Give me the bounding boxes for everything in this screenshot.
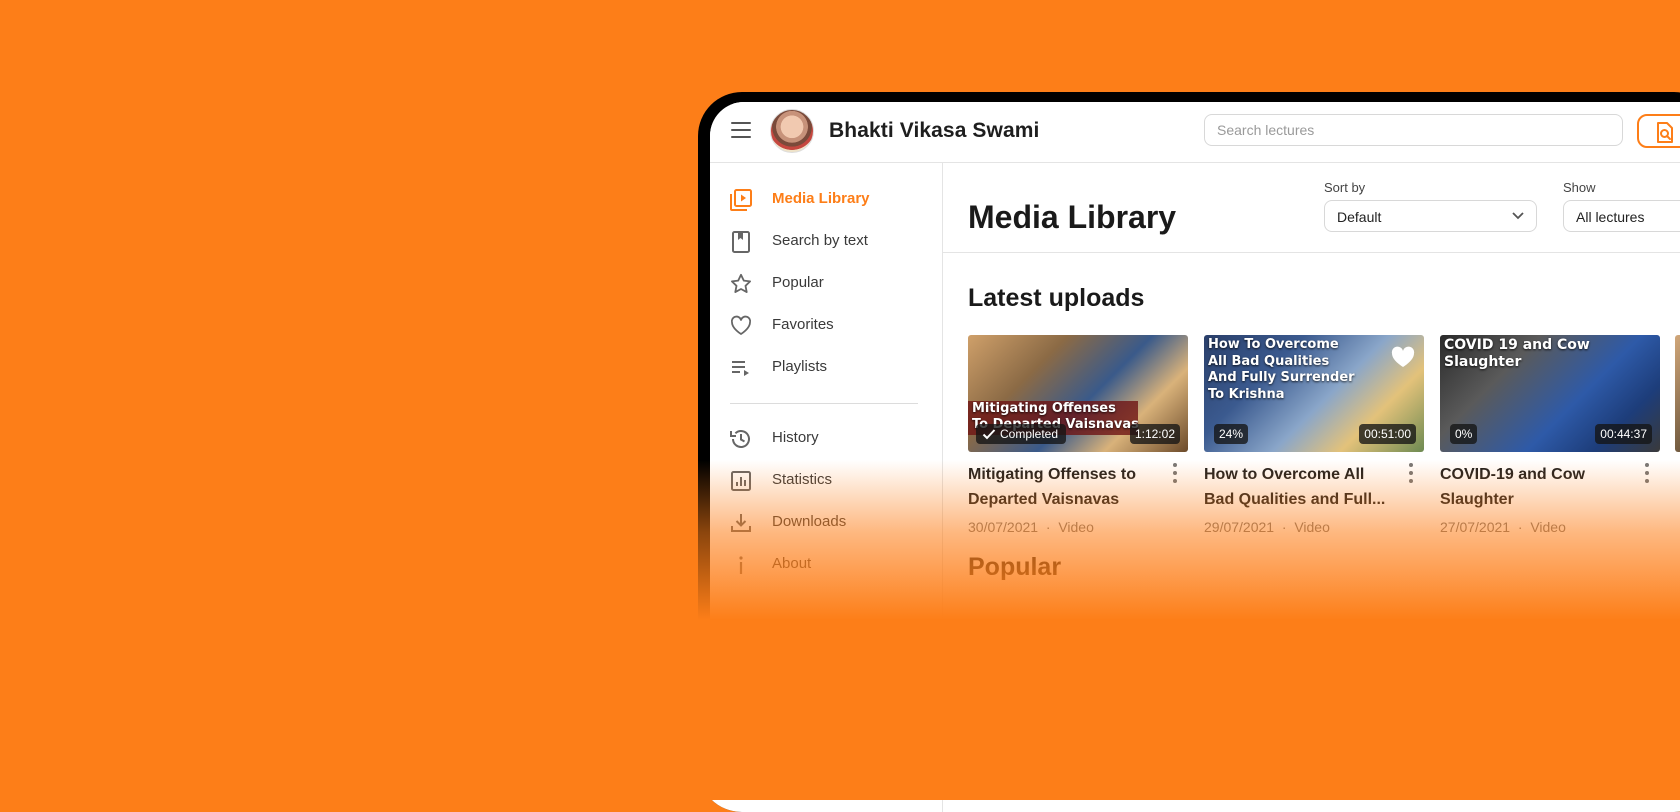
video-card[interactable]: COVID 19 and Cow Slaughter 0% 00:44:37 C… bbox=[1440, 335, 1660, 535]
sidebar-item-playlists[interactable]: Playlists bbox=[710, 347, 942, 387]
sidebar-item-popular[interactable]: Popular bbox=[710, 263, 942, 303]
video-title[interactable]: How to Overcome All Bad Qualities and Fu… bbox=[1204, 462, 1392, 512]
search-input[interactable] bbox=[1204, 114, 1623, 146]
sidebar-item-search-by-text[interactable]: Search by text bbox=[710, 221, 942, 261]
video-thumbnail-partial[interactable] bbox=[1675, 335, 1680, 452]
video-card[interactable]: How To Overcome All Bad Qualities And Fu… bbox=[1204, 335, 1424, 535]
video-thumbnail[interactable]: Mitigating Offenses To Departed Vaisnava… bbox=[968, 335, 1188, 452]
main-divider bbox=[943, 252, 1680, 253]
thumbnail-text: How To Overcome All Bad Qualities And Fu… bbox=[1208, 337, 1355, 402]
sort-value: Default bbox=[1337, 209, 1382, 225]
statistics-icon bbox=[731, 471, 751, 491]
bottom-background bbox=[0, 620, 1680, 800]
sidebar-item-label: Favorites bbox=[772, 316, 834, 333]
page-title: Media Library bbox=[968, 199, 1177, 235]
video-date: 27/07/2021 bbox=[1440, 519, 1511, 535]
duration-badge: 00:44:37 bbox=[1595, 424, 1652, 444]
sidebar-item-label: Playlists bbox=[772, 358, 828, 375]
video-meta: 27/07/2021 · Video bbox=[1440, 519, 1566, 535]
video-title[interactable]: Mitigating Offenses to Departed Vaisnava… bbox=[968, 462, 1156, 512]
video-type: Video bbox=[1294, 519, 1330, 535]
completed-badge: Completed bbox=[976, 424, 1067, 444]
sidebar-item-favorites[interactable]: Favorites bbox=[710, 305, 942, 345]
sidebar-item-media-library[interactable]: Media Library bbox=[710, 179, 942, 219]
sidebar-divider bbox=[730, 403, 918, 404]
star-icon bbox=[731, 273, 751, 293]
book-icon bbox=[732, 231, 750, 253]
sort-label: Sort by bbox=[1324, 180, 1366, 195]
video-meta: 30/07/2021 · Video bbox=[968, 519, 1094, 535]
more-options-icon[interactable] bbox=[1408, 463, 1414, 485]
more-options-icon[interactable] bbox=[1172, 463, 1178, 485]
search-button[interactable] bbox=[1637, 114, 1680, 148]
duration-badge: 1:12:02 bbox=[1129, 424, 1180, 444]
video-date: 29/07/2021 bbox=[1204, 519, 1275, 535]
video-type: Video bbox=[1530, 519, 1566, 535]
sidebar-item-label: History bbox=[772, 429, 819, 446]
video-card[interactable]: Mitigating Offenses To Departed Vaisnava… bbox=[968, 335, 1188, 535]
video-thumbnail[interactable]: How To Overcome All Bad Qualities And Fu… bbox=[1204, 335, 1424, 452]
heart-icon bbox=[730, 315, 752, 335]
sidebar-item-label: About bbox=[772, 555, 812, 572]
sidebar-item-about[interactable]: About bbox=[710, 544, 942, 584]
hamburger-menu-icon[interactable] bbox=[731, 122, 751, 138]
chevron-down-icon bbox=[1512, 212, 1524, 220]
app-title: Bhakti Vikasa Swami bbox=[829, 119, 1040, 142]
sidebar-item-downloads[interactable]: Downloads bbox=[710, 502, 942, 542]
sidebar-item-label: Media Library bbox=[772, 190, 870, 207]
video-library-icon bbox=[730, 189, 752, 211]
video-date: 30/07/2021 bbox=[968, 519, 1039, 535]
video-meta: 29/07/2021 · Video bbox=[1204, 519, 1330, 535]
history-icon bbox=[730, 430, 750, 448]
sidebar-item-label: Search by text bbox=[772, 232, 868, 249]
show-select[interactable]: All lectures bbox=[1563, 200, 1680, 232]
progress-badge: 0% bbox=[1450, 424, 1478, 444]
info-icon bbox=[739, 556, 743, 574]
search-document-icon bbox=[1657, 122, 1673, 143]
sidebar-item-label: Statistics bbox=[772, 471, 833, 488]
app-header: Bhakti Vikasa Swami bbox=[710, 102, 1680, 163]
show-value: All lectures bbox=[1576, 209, 1645, 225]
progress-badge: 24% bbox=[1214, 424, 1249, 444]
sidebar-item-statistics[interactable]: Statistics bbox=[710, 460, 942, 500]
thumbnail-text: COVID 19 and Cow Slaughter bbox=[1444, 337, 1590, 370]
show-label: Show bbox=[1563, 180, 1596, 195]
sidebar-item-label: Downloads bbox=[772, 513, 847, 530]
duration-badge: 00:51:00 bbox=[1359, 424, 1416, 444]
popular-heading: Popular bbox=[968, 553, 1062, 581]
sidebar-item-label: Popular bbox=[772, 274, 824, 291]
playlist-icon bbox=[732, 361, 749, 376]
avatar[interactable] bbox=[770, 109, 814, 153]
video-type: Video bbox=[1058, 519, 1094, 535]
completed-label: Completed bbox=[1000, 427, 1059, 441]
more-options-icon[interactable] bbox=[1644, 463, 1650, 485]
video-thumbnail[interactable]: COVID 19 and Cow Slaughter 0% 00:44:37 bbox=[1440, 335, 1660, 452]
favorite-heart-icon[interactable] bbox=[1390, 345, 1416, 369]
video-title[interactable]: COVID-19 and Cow Slaughter bbox=[1440, 462, 1628, 512]
latest-uploads-heading: Latest uploads bbox=[968, 284, 1145, 312]
sidebar-item-history[interactable]: History bbox=[710, 418, 942, 458]
sort-select[interactable]: Default bbox=[1324, 200, 1537, 232]
download-icon bbox=[731, 514, 751, 532]
check-icon bbox=[982, 429, 996, 440]
